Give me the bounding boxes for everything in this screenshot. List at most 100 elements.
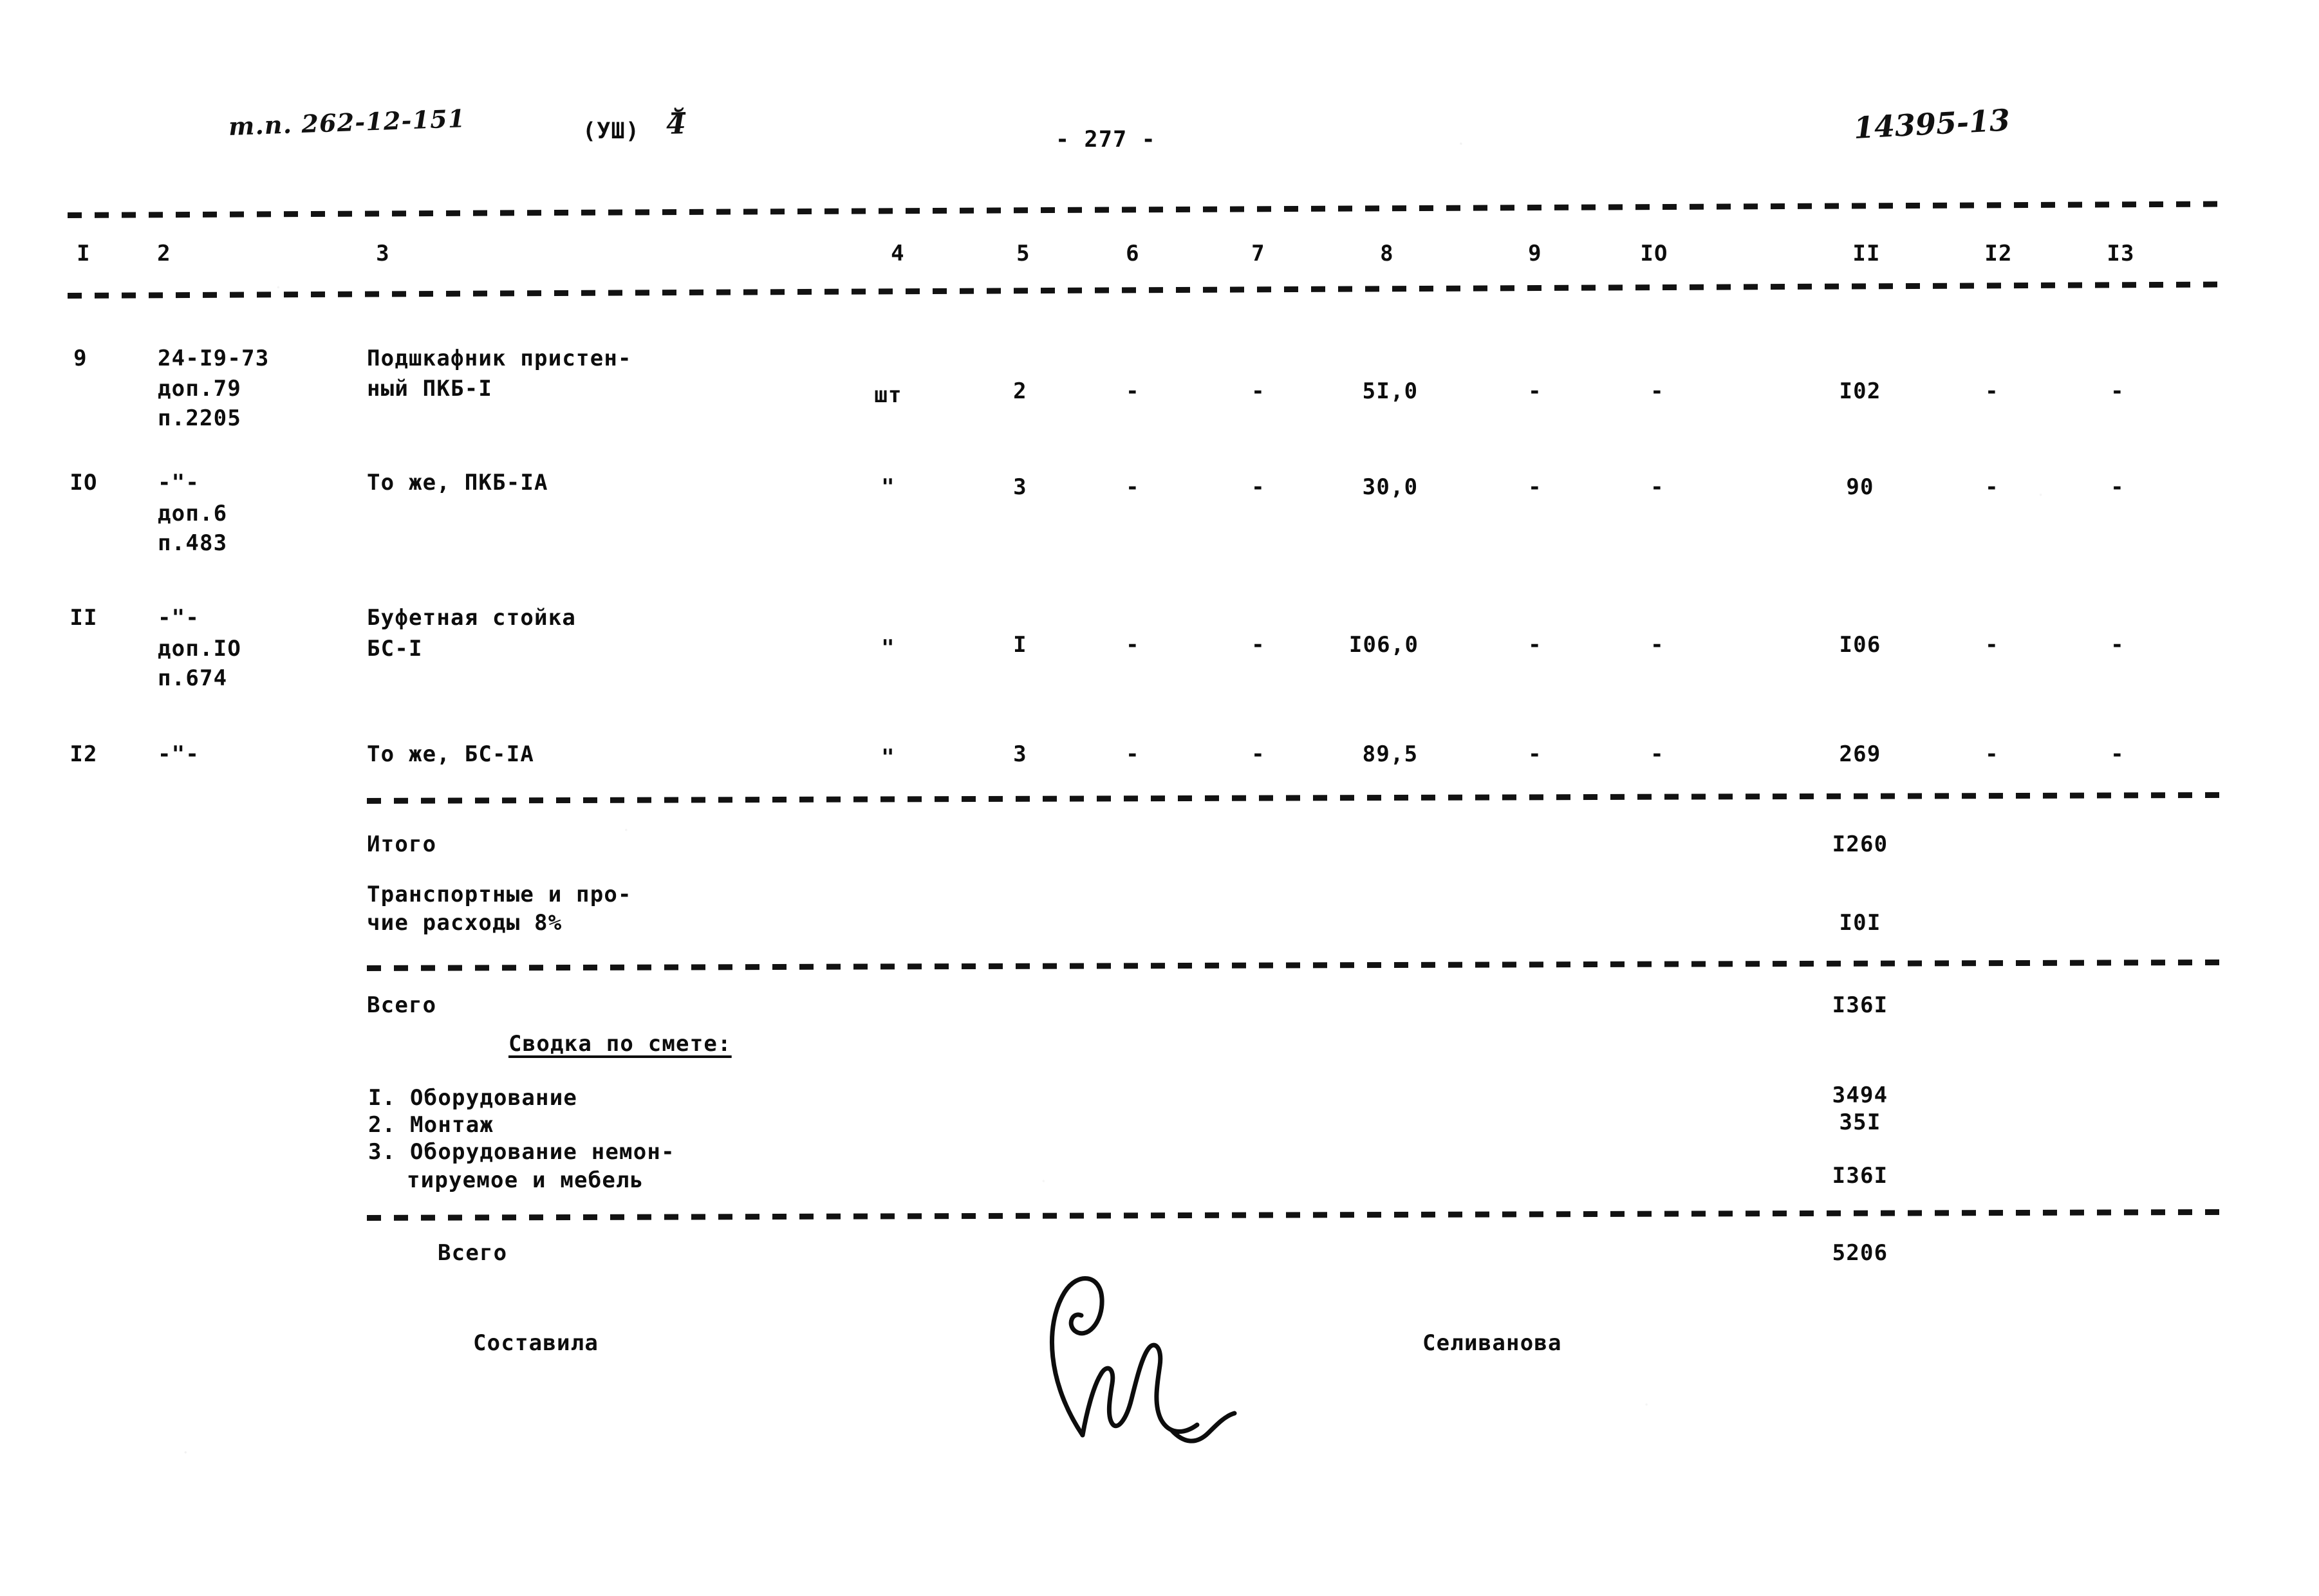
row-unit: шт <box>874 382 902 408</box>
archive-number: 14395-13 <box>1852 102 2011 145</box>
row-code-line: -"- <box>158 470 200 496</box>
summary-item-value: I36I <box>1832 1163 1888 1189</box>
row-code-line: п.2205 <box>158 405 242 431</box>
row-code-line: доп.79 <box>158 376 242 402</box>
row-code-line: -"- <box>158 605 200 631</box>
summary-item-value: 3494 <box>1832 1082 1888 1108</box>
row-unit: " <box>881 635 895 661</box>
column-header-7: 7 <box>1251 241 1265 266</box>
summary-item-label-cont: тируемое и мебель <box>407 1167 644 1193</box>
row-code-line: доп.6 <box>158 501 228 526</box>
document-page: т.п. 262-12-151 (УШ) 4̅̆ - 277 - 14395-1… <box>0 0 2319 1596</box>
row-col9: - <box>1528 378 1542 404</box>
column-header-10: IO <box>1640 241 1668 266</box>
row-number: I2 <box>70 741 98 767</box>
summary-item-value: 35I <box>1839 1109 1881 1135</box>
row-number: IO <box>70 470 98 496</box>
row-quantity: 3 <box>1013 474 1027 500</box>
dashed-rule-above-itogo <box>366 792 2227 804</box>
signature-role-label: Составила <box>473 1330 599 1356</box>
transport-label-line2: чие расходы 8% <box>367 910 563 936</box>
row-col8: 5I,0 <box>1362 378 1419 404</box>
row-col7: - <box>1251 632 1265 658</box>
row-col6: - <box>1126 741 1140 767</box>
row-description-line: То же, БС-IA <box>367 741 535 767</box>
row-description-line: То же, ПКБ-IA <box>367 470 548 496</box>
column-header-3: 3 <box>376 241 390 266</box>
row-code-line: п.674 <box>158 665 228 691</box>
row-col13: - <box>2110 741 2125 767</box>
summary-item-label: 2. Монтаж <box>368 1112 494 1138</box>
grand-total-value: 5206 <box>1832 1240 1888 1266</box>
handwritten-mark: 4̅̆ <box>666 107 687 141</box>
row-col8: 30,0 <box>1362 474 1419 500</box>
summary-item-label: 3. Оборудование немон- <box>368 1139 675 1165</box>
row-col13: - <box>2110 474 2125 500</box>
transport-label-line1: Транспортные и про- <box>367 882 632 907</box>
dashed-rule-top <box>67 201 2227 218</box>
row-description-line: Буфетная стойка <box>367 605 577 631</box>
column-header-6: 6 <box>1126 241 1140 266</box>
itogo-value: I260 <box>1832 831 1888 857</box>
column-header-11: II <box>1852 241 1881 266</box>
row-col9: - <box>1528 474 1542 500</box>
row-col8: I06,0 <box>1348 632 1419 658</box>
dashed-rule-above-grand-total <box>366 1209 2227 1221</box>
row-number: II <box>70 605 98 631</box>
row-code-line: доп.IO <box>158 636 242 662</box>
row-description-line: БС-I <box>367 636 423 662</box>
column-header-4: 4 <box>891 241 905 266</box>
row-code-line: -"- <box>158 741 200 767</box>
dashed-rule-under-headers <box>67 281 2227 299</box>
row-col12: - <box>1985 378 1999 404</box>
row-col11: 269 <box>1839 741 1881 767</box>
column-header-1: I <box>77 241 91 266</box>
row-col11: I02 <box>1839 378 1881 404</box>
handwritten-signature <box>1050 1276 1237 1443</box>
row-col10: - <box>1650 378 1664 404</box>
column-header-12: I2 <box>1984 241 2013 266</box>
column-header-13: I3 <box>2107 241 2135 266</box>
row-number: 9 <box>73 346 88 371</box>
row-col7: - <box>1251 474 1265 500</box>
column-header-5: 5 <box>1016 241 1030 266</box>
row-col11: 90 <box>1846 474 1874 500</box>
row-quantity: 3 <box>1013 741 1027 767</box>
row-unit: " <box>881 474 895 500</box>
row-col12: - <box>1985 632 1999 658</box>
row-col8: 89,5 <box>1362 741 1419 767</box>
page-number: - 277 - <box>1056 127 1156 153</box>
row-col10: - <box>1650 632 1664 658</box>
series-mark: (УШ) <box>582 118 640 144</box>
transport-value: I0I <box>1839 910 1881 936</box>
row-col12: - <box>1985 741 1999 767</box>
row-col6: - <box>1126 632 1140 658</box>
row-col7: - <box>1251 378 1265 404</box>
row-description-line: Подшкафник пристен- <box>367 346 632 371</box>
row-col9: - <box>1528 741 1542 767</box>
row-col10: - <box>1650 474 1664 500</box>
row-col10: - <box>1650 741 1664 767</box>
row-quantity: 2 <box>1013 378 1027 404</box>
grand-total-label: Всего <box>438 1240 508 1266</box>
column-header-9: 9 <box>1528 241 1542 266</box>
row-col7: - <box>1251 741 1265 767</box>
summary-item-label: I. Оборудование <box>368 1085 578 1111</box>
row-col6: - <box>1126 378 1140 404</box>
signature-name: Селиванова <box>1422 1330 1562 1356</box>
row-col11: I06 <box>1839 632 1881 658</box>
itogo-label: Итого <box>367 831 437 857</box>
column-header-8: 8 <box>1380 241 1394 266</box>
row-col9: - <box>1528 632 1542 658</box>
row-col13: - <box>2110 378 2125 404</box>
row-col12: - <box>1985 474 1999 500</box>
vsego-value: I36I <box>1832 992 1888 1018</box>
row-quantity: I <box>1013 632 1027 658</box>
row-code-line: 24-I9-73 <box>158 346 270 371</box>
row-col6: - <box>1126 474 1140 500</box>
row-description-line: ный ПКБ-I <box>367 376 493 402</box>
dashed-rule-above-vsego <box>366 959 2227 971</box>
vsego-label: Всего <box>367 992 437 1018</box>
summary-title: Сводка по смете: <box>508 1031 732 1057</box>
row-code-line: п.483 <box>158 530 228 556</box>
